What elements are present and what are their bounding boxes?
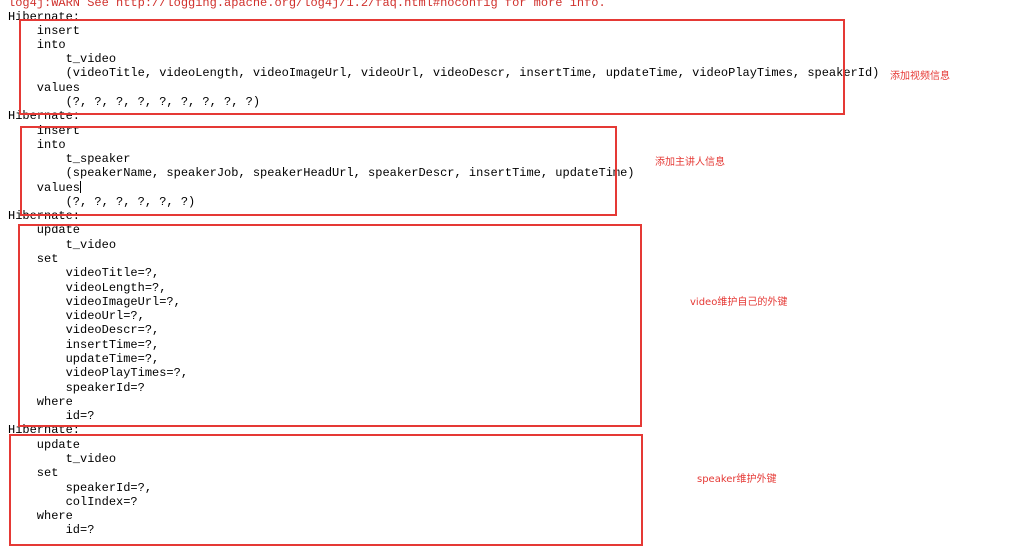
highlight-box-speaker-update	[9, 434, 643, 546]
annotation-video-fk: video维护自己的外键	[690, 297, 788, 308]
highlight-box-speaker-insert	[20, 126, 617, 216]
log4j-warning-line: log4j:WARN See http://logging.apache.org…	[8, 0, 606, 10]
highlight-box-video-insert	[19, 19, 845, 115]
annotation-speaker-insert: 添加主讲人信息	[655, 157, 725, 168]
annotation-speaker-fk: speaker维护外键	[697, 474, 777, 485]
annotation-video-insert: 添加视频信息	[890, 71, 950, 82]
highlight-box-video-update	[18, 224, 642, 427]
